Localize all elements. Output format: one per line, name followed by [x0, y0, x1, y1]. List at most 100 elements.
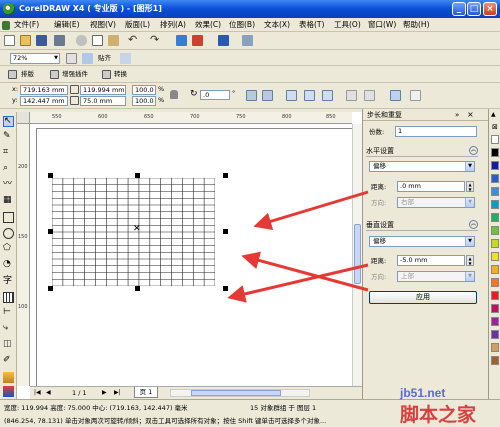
- selection-handle-nw[interactable]: [48, 173, 53, 178]
- no-fill-icon[interactable]: ⊠: [492, 123, 498, 131]
- rotation-angle-field[interactable]: .0: [200, 90, 230, 100]
- v-distance-spinner-icon[interactable]: ▲ ▼: [466, 255, 474, 266]
- convert-button[interactable]: 转换: [114, 70, 127, 79]
- copies-field[interactable]: 1: [395, 126, 477, 137]
- ruler-origin[interactable]: [17, 112, 30, 124]
- lock-ratio-icon[interactable]: [170, 90, 178, 99]
- color-swatch[interactable]: [491, 161, 499, 170]
- menu-arrange[interactable]: 排列(A): [160, 20, 186, 30]
- v-distance-field[interactable]: -5.0 mm: [397, 255, 465, 266]
- horizontal-scroll-thumb[interactable]: [191, 390, 281, 396]
- table-tool-icon[interactable]: [3, 292, 14, 303]
- ungroup-all-icon[interactable]: [322, 90, 333, 101]
- vertical-ruler[interactable]: 200 150 100: [17, 124, 30, 386]
- redo-icon[interactable]: ↷: [150, 34, 161, 46]
- text-tool-icon[interactable]: 字: [3, 276, 14, 287]
- selection-handle-n[interactable]: [135, 173, 140, 178]
- menu-layout[interactable]: 版面(L): [125, 20, 150, 30]
- snap-objects-icon[interactable]: [82, 53, 93, 64]
- import-icon[interactable]: [176, 35, 187, 46]
- color-swatch[interactable]: [491, 213, 499, 222]
- color-swatch[interactable]: [491, 187, 499, 196]
- color-swatch[interactable]: [491, 252, 499, 261]
- last-page-icon[interactable]: ▶|: [114, 389, 121, 396]
- y-position-field[interactable]: 142.447 mm: [20, 96, 68, 106]
- save-icon[interactable]: [36, 35, 47, 46]
- fill-tool-icon[interactable]: [3, 386, 14, 397]
- snap-label[interactable]: 贴齐: [98, 54, 111, 63]
- palette-scroll-up-icon[interactable]: ▲: [491, 111, 496, 118]
- welcome-screen-icon[interactable]: [242, 35, 253, 46]
- shape-tool-icon[interactable]: ✎: [3, 132, 14, 143]
- connector-tool-icon[interactable]: ⤷: [3, 324, 14, 335]
- mirror-horizontal-icon[interactable]: [246, 90, 257, 101]
- freehand-tool-icon[interactable]: 〰: [3, 180, 14, 191]
- color-swatch[interactable]: [491, 174, 499, 183]
- eyedropper-tool-icon[interactable]: ✐: [3, 356, 14, 367]
- color-swatch[interactable]: [491, 226, 499, 235]
- color-swatch[interactable]: [491, 330, 499, 339]
- full-screen-preview-icon[interactable]: [66, 53, 77, 64]
- menu-window[interactable]: 窗口(W): [368, 20, 396, 30]
- apply-button[interactable]: 应用: [369, 291, 477, 304]
- options-icon[interactable]: [120, 53, 131, 64]
- page-tab[interactable]: 页 1: [134, 387, 158, 398]
- crop-tool-icon[interactable]: ⌗: [3, 148, 14, 159]
- height-field[interactable]: 75.0 mm: [80, 96, 126, 106]
- doc-icon[interactable]: [2, 21, 10, 30]
- outline-tool-icon[interactable]: [3, 372, 14, 383]
- vertical-scrollbar[interactable]: [352, 124, 362, 386]
- docker-expand-icon[interactable]: »: [455, 109, 459, 121]
- outline-icon[interactable]: [410, 90, 421, 101]
- h-distance-field[interactable]: .0 mm: [397, 181, 465, 192]
- undo-icon[interactable]: ↶: [128, 34, 139, 46]
- smart-fill-tool-icon[interactable]: ▦: [3, 196, 14, 207]
- width-field[interactable]: 119.994 mm: [80, 85, 126, 95]
- zoom-level-select[interactable]: 72% ▼: [10, 53, 60, 64]
- open-icon[interactable]: [20, 35, 31, 46]
- first-page-icon[interactable]: |◀: [34, 389, 41, 396]
- menu-edit[interactable]: 编辑(E): [54, 20, 80, 30]
- trim-icon[interactable]: [364, 90, 375, 101]
- color-swatch[interactable]: [491, 265, 499, 274]
- horizontal-mode-select[interactable]: 偏移 ▼: [369, 161, 475, 172]
- x-position-field[interactable]: 719.163 mm: [20, 85, 68, 95]
- vertical-scroll-thumb[interactable]: [354, 224, 361, 284]
- selection-handle-se[interactable]: [223, 286, 228, 291]
- color-swatch[interactable]: [491, 343, 499, 352]
- collapse-icon[interactable]: ︽: [469, 220, 478, 229]
- print-icon[interactable]: [54, 35, 65, 46]
- color-swatch[interactable]: [491, 291, 499, 300]
- selection-handle-w[interactable]: [48, 229, 53, 234]
- selection-handle-ne[interactable]: [223, 173, 228, 178]
- export-icon[interactable]: [192, 35, 203, 46]
- horizontal-scroll-track[interactable]: [170, 389, 310, 397]
- mirror-vertical-icon[interactable]: [262, 90, 273, 101]
- group-icon[interactable]: [286, 90, 297, 101]
- new-icon[interactable]: [4, 35, 15, 46]
- menu-view[interactable]: 视图(V): [90, 20, 116, 30]
- blend-tool-icon[interactable]: ◫: [3, 340, 14, 351]
- dimension-tool-icon[interactable]: ⊢: [3, 308, 14, 319]
- color-swatch[interactable]: [491, 356, 499, 365]
- minimize-button[interactable]: _: [452, 2, 466, 16]
- selection-handle-e[interactable]: [223, 229, 228, 234]
- menu-bitmaps[interactable]: 位图(B): [229, 20, 255, 30]
- menu-tools[interactable]: 工具(O): [334, 20, 361, 30]
- scale-x-field[interactable]: 100.0: [132, 85, 156, 95]
- vertical-settings-header[interactable]: 垂直设置 ︽: [366, 219, 478, 231]
- close-button[interactable]: ×: [483, 2, 497, 16]
- selection-handle-s[interactable]: [135, 286, 140, 291]
- h-distance-spinner-icon[interactable]: ▲ ▼: [466, 181, 474, 192]
- color-swatch[interactable]: [491, 135, 499, 144]
- menu-help[interactable]: 帮助(H): [403, 20, 430, 30]
- align-icon[interactable]: [390, 90, 401, 101]
- paste-icon[interactable]: [108, 35, 119, 46]
- selection-handle-sw[interactable]: [48, 286, 53, 291]
- menu-table[interactable]: 表格(T): [299, 20, 324, 30]
- pick-tool-icon[interactable]: ↖: [3, 116, 14, 127]
- menu-text[interactable]: 文本(X): [264, 20, 290, 30]
- menu-file[interactable]: 文件(F): [14, 20, 39, 30]
- scale-y-field[interactable]: 100.0: [132, 96, 156, 106]
- color-swatch[interactable]: [491, 148, 499, 157]
